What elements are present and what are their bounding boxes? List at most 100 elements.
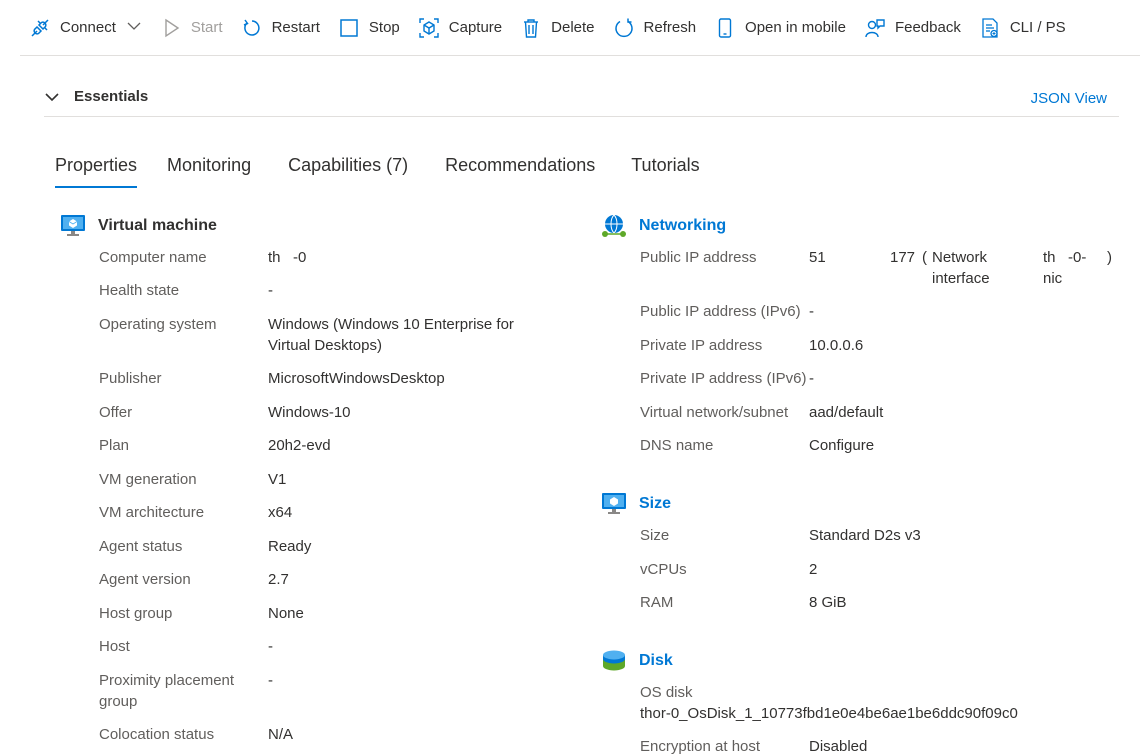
- agent-status-label: Agent status: [99, 538, 183, 555]
- host-group-link[interactable]: None: [268, 603, 304, 624]
- private-ipv6-label: Private IP address (IPv6): [640, 370, 807, 387]
- stop-button[interactable]: Stop: [329, 10, 409, 46]
- publisher-value: MicrosoftWindowsDesktop: [268, 370, 445, 387]
- host-group-label: Host group: [99, 605, 173, 622]
- delete-button[interactable]: Delete: [511, 10, 603, 46]
- tab-monitoring[interactable]: Monitoring: [167, 144, 251, 186]
- play-icon: [165, 18, 180, 37]
- encryption-at-host-value: Disabled: [809, 738, 868, 755]
- essentials-toggle[interactable]: Essentials: [44, 88, 148, 105]
- chevron-down-icon: [45, 92, 59, 101]
- computer-name-label: Computer name: [99, 249, 207, 266]
- row-host-group: Host group None: [99, 603, 579, 625]
- colocation-status-label: Colocation status: [99, 726, 215, 743]
- json-view-link[interactable]: JSON View: [1031, 90, 1107, 107]
- public-ip-link-part1[interactable]: 51: [809, 247, 826, 268]
- plan-label: Plan: [99, 437, 130, 454]
- tab-properties[interactable]: Properties: [55, 144, 138, 188]
- row-size: Size Standard D2s v3: [640, 525, 1120, 547]
- start-label: Start: [190, 19, 223, 36]
- networking-section-header: Networking: [601, 213, 726, 239]
- script-document-icon: [982, 17, 998, 38]
- public-ip-label: Public IP address: [640, 249, 757, 266]
- tab-recommendations[interactable]: Recommendations: [445, 144, 595, 186]
- start-button[interactable]: Start: [151, 10, 232, 46]
- restart-label: Restart: [271, 19, 320, 36]
- cli-ps-button[interactable]: CLI / PS: [970, 10, 1075, 46]
- row-host: Host -: [99, 636, 579, 658]
- offer-value: Windows-10: [268, 404, 351, 421]
- public-ip-link-part2[interactable]: 177: [890, 247, 915, 268]
- network-interface-label: Network: [932, 249, 988, 266]
- virtual-network-link[interactable]: aad/default: [809, 402, 883, 423]
- feedback-button[interactable]: Feedback: [855, 10, 970, 46]
- refresh-icon: [614, 18, 633, 37]
- network-interface-link[interactable]: th -0-: [1043, 247, 1086, 268]
- open-in-mobile-label: Open in mobile: [745, 19, 846, 36]
- delete-label: Delete: [551, 19, 595, 36]
- virtual-network-label: Virtual network/subnet: [640, 404, 789, 421]
- row-os-disk: OS disk thor-0_OsDisk_1_10773fbd1e0e4be6…: [640, 682, 1120, 726]
- essentials-title: Essentials: [74, 88, 149, 105]
- capture-icon: [419, 17, 439, 38]
- row-agent-version: Agent version 2.7: [99, 569, 579, 591]
- networking-title[interactable]: Networking: [639, 217, 726, 235]
- row-dns-name: DNS name Configure: [640, 435, 1120, 457]
- operating-system-value-line2: Virtual Desktops): [268, 337, 382, 354]
- os-disk-label: OS disk: [640, 684, 693, 701]
- network-interface-link-line2[interactable]: nic: [1043, 268, 1062, 289]
- virtual-machine-section-header: Virtual machine: [60, 213, 217, 239]
- public-ipv6-value: -: [809, 303, 814, 320]
- refresh-button[interactable]: Refresh: [604, 10, 706, 46]
- connect-label: Connect: [60, 19, 116, 36]
- row-virtual-network-subnet: Virtual network/subnet aad/default: [640, 402, 1120, 424]
- row-agent-status: Agent status Ready: [99, 536, 579, 558]
- size-title[interactable]: Size: [639, 495, 671, 513]
- restart-button[interactable]: Restart: [232, 10, 329, 46]
- private-ip-value: 10.0.0.6: [809, 337, 864, 354]
- vm-architecture-label: VM architecture: [99, 504, 205, 521]
- vcpus-label: vCPUs: [640, 561, 687, 578]
- disk-icon: [603, 650, 625, 671]
- command-bar: Connect Start Restart Stop Capture Delet…: [20, 0, 1140, 56]
- row-plan: Plan 20h2-evd: [99, 435, 579, 457]
- proximity-placement-label-line2: group: [99, 693, 138, 710]
- dns-configure-link[interactable]: Configure: [809, 435, 874, 456]
- row-public-ip-address: Public IP address 51 177 ( Network inter…: [640, 247, 1120, 291]
- row-private-ip: Private IP address 10.0.0.6: [640, 335, 1120, 357]
- computer-name-value: th -0: [268, 249, 307, 266]
- connect-button[interactable]: Connect: [20, 10, 151, 46]
- agent-status-value: Ready: [268, 538, 312, 555]
- properties-tabs: Properties Monitoring Capabilities (7) R…: [55, 144, 730, 188]
- row-vm-architecture: VM architecture x64: [99, 502, 579, 524]
- row-encryption-at-host: Encryption at host Disabled: [640, 736, 1120, 756]
- operating-system-label: Operating system: [99, 316, 217, 333]
- network-interface-label-line2: interface: [932, 270, 990, 287]
- capture-button[interactable]: Capture: [409, 10, 511, 46]
- health-state-value: -: [268, 282, 273, 299]
- feedback-person-icon: [865, 18, 885, 37]
- disk-title[interactable]: Disk: [639, 652, 673, 670]
- row-public-ipv6: Public IP address (IPv6) -: [640, 301, 1120, 323]
- trash-icon: [524, 18, 539, 38]
- vm-architecture-value: x64: [268, 504, 293, 521]
- open-in-mobile-button[interactable]: Open in mobile: [705, 10, 855, 46]
- tab-tutorials[interactable]: Tutorials: [631, 144, 699, 186]
- chevron-down-icon[interactable]: [116, 18, 142, 38]
- agent-version-value: 2.7: [268, 571, 289, 588]
- capture-label: Capture: [448, 19, 503, 36]
- health-state-label: Health state: [99, 282, 180, 299]
- dns-name-label: DNS name: [640, 437, 714, 454]
- row-colocation-status: Colocation status N/A: [99, 724, 579, 746]
- paren-open: (: [922, 249, 927, 266]
- tab-capabilities[interactable]: Capabilities (7): [288, 144, 408, 186]
- refresh-label: Refresh: [643, 19, 697, 36]
- feedback-label: Feedback: [894, 19, 961, 36]
- ram-label: RAM: [640, 594, 674, 611]
- vm-generation-label: VM generation: [99, 471, 197, 488]
- disk-section-header: Disk: [601, 648, 673, 674]
- agent-version-label: Agent version: [99, 571, 191, 588]
- stop-label: Stop: [368, 19, 400, 36]
- proximity-placement-label: Proximity placement: [99, 672, 235, 689]
- row-operating-system: Operating system Windows (Windows 10 Ent…: [99, 314, 579, 358]
